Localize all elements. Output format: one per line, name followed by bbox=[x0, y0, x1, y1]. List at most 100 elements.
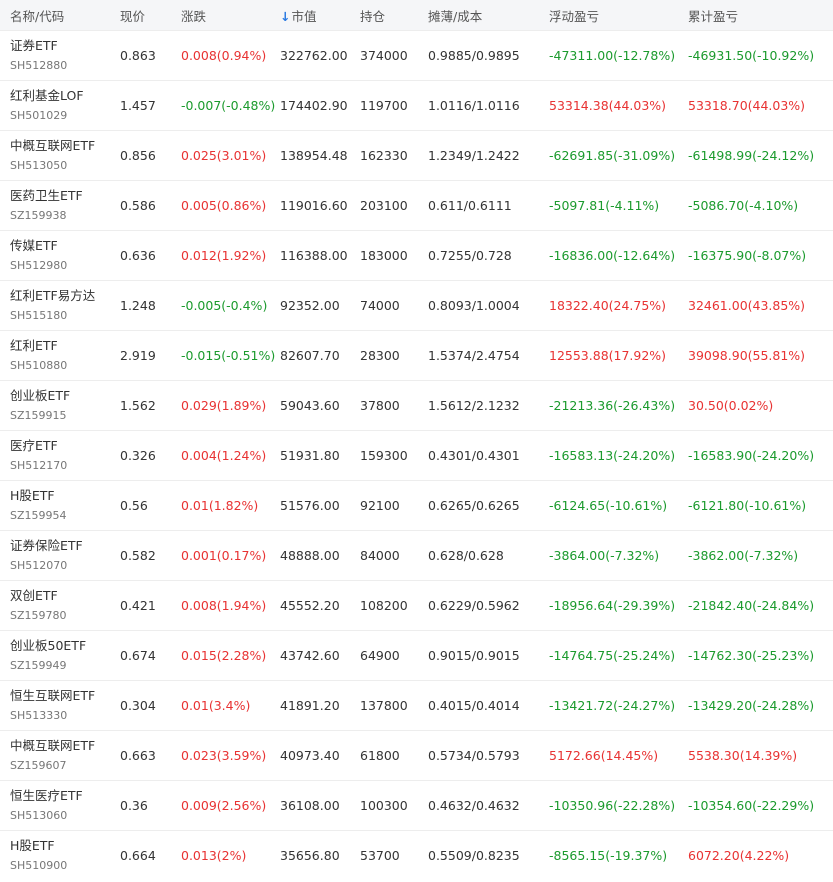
table-row[interactable]: 红利基金LOF SH501029 1.457 -0.007(-0.48%) 17… bbox=[0, 80, 833, 130]
cost-cell: 0.6265/0.6265 bbox=[428, 498, 520, 513]
total-pl-cell: 53318.70(44.03%) bbox=[688, 98, 806, 113]
change-cell: 0.005(0.86%) bbox=[181, 198, 267, 213]
fund-code: SH512980 bbox=[10, 259, 68, 272]
market-value-cell: 174402.90 bbox=[280, 98, 348, 113]
name-code-cell: 红利基金LOF SH501029 bbox=[0, 87, 110, 124]
fund-name[interactable]: 红利ETF易方达 bbox=[10, 287, 110, 305]
name-code-cell: 证券ETF SH512880 bbox=[0, 37, 110, 74]
floating-pl-cell: 53314.38(44.03%) bbox=[549, 98, 667, 113]
change-cell: 0.001(0.17%) bbox=[181, 548, 267, 563]
fund-name[interactable]: 证券保险ETF bbox=[10, 537, 110, 555]
fund-code: SH515180 bbox=[10, 309, 68, 322]
fund-name[interactable]: 医药卫生ETF bbox=[10, 187, 110, 205]
fund-code: SH510880 bbox=[10, 359, 68, 372]
floating-pl-cell: -14764.75(-25.24%) bbox=[549, 648, 676, 663]
table-row[interactable]: 双创ETF SZ159780 0.421 0.008(1.94%) 45552.… bbox=[0, 580, 833, 630]
total-pl-cell: -5086.70(-4.10%) bbox=[688, 198, 799, 213]
col-header-market-value[interactable]: ↓市值 bbox=[280, 6, 359, 25]
change-cell: -0.005(-0.4%) bbox=[181, 298, 268, 313]
holding-cell: 162330 bbox=[360, 148, 408, 163]
table-row[interactable]: H股ETF SH510900 0.664 0.013(2%) 35656.80 … bbox=[0, 830, 833, 880]
fund-name[interactable]: H股ETF bbox=[10, 487, 110, 505]
fund-name[interactable]: 恒生互联网ETF bbox=[10, 687, 110, 705]
table-row[interactable]: H股ETF SZ159954 0.56 0.01(1.82%) 51576.00… bbox=[0, 480, 833, 530]
floating-pl-cell: -16583.13(-24.20%) bbox=[549, 448, 676, 463]
holdings-table: 名称/代码 现价 涨跌 ↓市值 持仓 摊薄/成本 浮动盈亏 累计盈亏 证券ETF… bbox=[0, 0, 833, 880]
table-row[interactable]: 创业板ETF SZ159915 1.562 0.029(1.89%) 59043… bbox=[0, 380, 833, 430]
holding-cell: 74000 bbox=[360, 298, 400, 313]
floating-pl-cell: -62691.85(-31.09%) bbox=[549, 148, 676, 163]
table-row[interactable]: 中概互联网ETF SZ159607 0.663 0.023(3.59%) 409… bbox=[0, 730, 833, 780]
table-row[interactable]: 证券ETF SH512880 0.863 0.008(0.94%) 322762… bbox=[0, 30, 833, 80]
holding-cell: 37800 bbox=[360, 398, 400, 413]
market-value-cell: 41891.20 bbox=[280, 698, 340, 713]
col-header-total-pl[interactable]: 累计盈亏 bbox=[688, 6, 833, 25]
price-cell: 0.856 bbox=[120, 148, 156, 163]
holding-cell: 159300 bbox=[360, 448, 408, 463]
price-cell: 0.326 bbox=[120, 448, 156, 463]
fund-name[interactable]: 红利ETF bbox=[10, 337, 110, 355]
total-pl-cell: 39098.90(55.81%) bbox=[688, 348, 806, 363]
fund-code: SZ159607 bbox=[10, 759, 67, 772]
col-header-change[interactable]: 涨跌 bbox=[180, 6, 280, 25]
table-header: 名称/代码 现价 涨跌 ↓市值 持仓 摊薄/成本 浮动盈亏 累计盈亏 bbox=[0, 0, 833, 30]
fund-name[interactable]: 创业板ETF bbox=[10, 387, 110, 405]
total-pl-cell: -13429.20(-24.28%) bbox=[688, 698, 815, 713]
table-row[interactable]: 红利ETF SH510880 2.919 -0.015(-0.51%) 8260… bbox=[0, 330, 833, 380]
fund-code: SH513330 bbox=[10, 709, 68, 722]
table-row[interactable]: 恒生医疗ETF SH513060 0.36 0.009(2.56%) 36108… bbox=[0, 780, 833, 830]
change-cell: 0.009(2.56%) bbox=[181, 798, 267, 813]
price-cell: 0.36 bbox=[120, 798, 148, 813]
price-cell: 0.304 bbox=[120, 698, 156, 713]
change-cell: 0.015(2.28%) bbox=[181, 648, 267, 663]
name-code-cell: 双创ETF SZ159780 bbox=[0, 587, 110, 624]
market-value-cell: 82607.70 bbox=[280, 348, 340, 363]
table-row[interactable]: 恒生互联网ETF SH513330 0.304 0.01(3.4%) 41891… bbox=[0, 680, 833, 730]
floating-pl-cell: -8565.15(-19.37%) bbox=[549, 848, 668, 863]
table-row[interactable]: 证券保险ETF SH512070 0.582 0.001(0.17%) 4888… bbox=[0, 530, 833, 580]
col-header-name-code[interactable]: 名称/代码 bbox=[0, 6, 110, 25]
total-pl-cell: -21842.40(-24.84%) bbox=[688, 598, 815, 613]
col-header-floating-pl[interactable]: 浮动盈亏 bbox=[548, 6, 688, 25]
fund-name[interactable]: 创业板50ETF bbox=[10, 637, 110, 655]
fund-name[interactable]: 恒生医疗ETF bbox=[10, 787, 110, 805]
cost-cell: 0.9015/0.9015 bbox=[428, 648, 520, 663]
table-row[interactable]: 创业板50ETF SZ159949 0.674 0.015(2.28%) 437… bbox=[0, 630, 833, 680]
table-row[interactable]: 中概互联网ETF SH513050 0.856 0.025(3.01%) 138… bbox=[0, 130, 833, 180]
change-cell: 0.008(1.94%) bbox=[181, 598, 267, 613]
change-cell: 0.025(3.01%) bbox=[181, 148, 267, 163]
table-row[interactable]: 医疗ETF SH512170 0.326 0.004(1.24%) 51931.… bbox=[0, 430, 833, 480]
fund-name[interactable]: 传媒ETF bbox=[10, 237, 110, 255]
change-cell: 0.01(3.4%) bbox=[181, 698, 251, 713]
fund-name[interactable]: H股ETF bbox=[10, 837, 110, 855]
fund-name[interactable]: 红利基金LOF bbox=[10, 87, 110, 105]
fund-name[interactable]: 医疗ETF bbox=[10, 437, 110, 455]
fund-name[interactable]: 中概互联网ETF bbox=[10, 737, 110, 755]
name-code-cell: 红利ETF SH510880 bbox=[0, 337, 110, 374]
fund-name[interactable]: 双创ETF bbox=[10, 587, 110, 605]
price-cell: 0.56 bbox=[120, 498, 148, 513]
table-row[interactable]: 红利ETF易方达 SH515180 1.248 -0.005(-0.4%) 92… bbox=[0, 280, 833, 330]
holding-cell: 108200 bbox=[360, 598, 408, 613]
price-cell: 0.636 bbox=[120, 248, 156, 263]
total-pl-cell: -46931.50(-10.92%) bbox=[688, 48, 815, 63]
market-value-cell: 138954.48 bbox=[280, 148, 348, 163]
cost-cell: 0.9885/0.9895 bbox=[428, 48, 520, 63]
change-cell: -0.015(-0.51%) bbox=[181, 348, 276, 363]
col-header-cost[interactable]: 摊薄/成本 bbox=[428, 6, 548, 25]
market-value-cell: 92352.00 bbox=[280, 298, 340, 313]
name-code-cell: 中概互联网ETF SZ159607 bbox=[0, 737, 110, 774]
change-cell: 0.01(1.82%) bbox=[181, 498, 259, 513]
change-cell: 0.012(1.92%) bbox=[181, 248, 267, 263]
fund-name[interactable]: 证券ETF bbox=[10, 37, 110, 55]
fund-code: SH513060 bbox=[10, 809, 68, 822]
fund-name[interactable]: 中概互联网ETF bbox=[10, 137, 110, 155]
col-header-holding[interactable]: 持仓 bbox=[359, 6, 428, 25]
table-row[interactable]: 医药卫生ETF SZ159938 0.586 0.005(0.86%) 1190… bbox=[0, 180, 833, 230]
fund-code: SH513050 bbox=[10, 159, 68, 172]
floating-pl-cell: -16836.00(-12.64%) bbox=[549, 248, 676, 263]
floating-pl-cell: -47311.00(-12.78%) bbox=[549, 48, 676, 63]
name-code-cell: 恒生互联网ETF SH513330 bbox=[0, 687, 110, 724]
table-row[interactable]: 传媒ETF SH512980 0.636 0.012(1.92%) 116388… bbox=[0, 230, 833, 280]
col-header-price[interactable]: 现价 bbox=[110, 6, 180, 25]
